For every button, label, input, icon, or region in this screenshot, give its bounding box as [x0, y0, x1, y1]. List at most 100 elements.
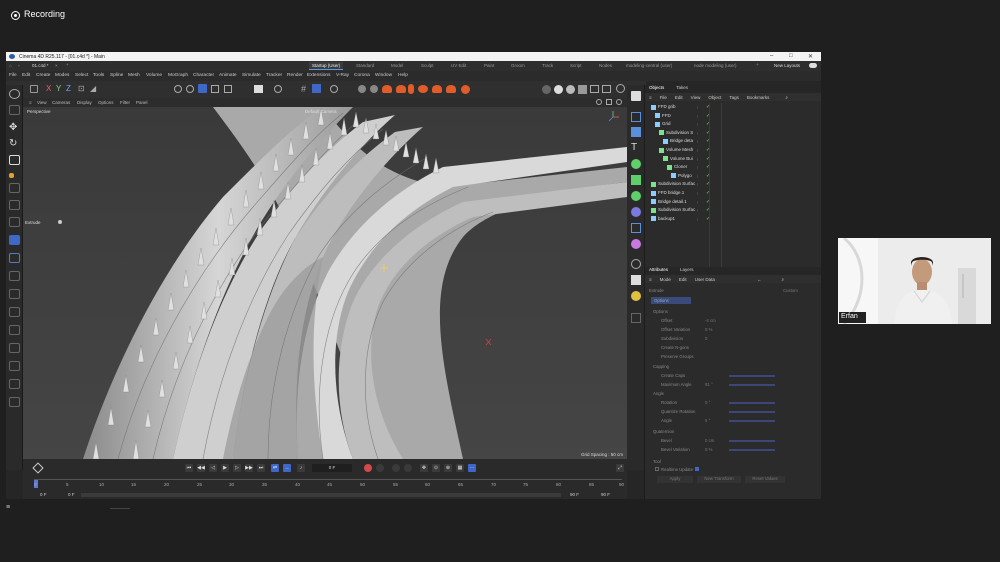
apply-button[interactable]: Apply: [657, 476, 693, 483]
realtime-update-checkbox[interactable]: [655, 467, 659, 471]
preview-end-field[interactable]: 90 F: [570, 492, 579, 497]
polygons-mode-icon[interactable]: [198, 84, 207, 93]
visibility-dots-icon[interactable]: ⁝: [697, 148, 703, 153]
viewport-rotate-icon[interactable]: [616, 99, 622, 105]
autokey-button[interactable]: [376, 464, 384, 472]
corona-vfb-icon[interactable]: [446, 85, 456, 93]
objects-menu-file[interactable]: File: [660, 95, 667, 100]
objects-search-icon[interactable]: ⌕: [785, 95, 788, 100]
go-to-end-button[interactable]: ⏭: [257, 464, 265, 472]
viewport-menu-icon[interactable]: ≡: [29, 100, 32, 105]
next-key-button[interactable]: ▶▶: [245, 464, 253, 472]
back-arrow-icon[interactable]: ←: [757, 277, 762, 282]
attribute-value-field[interactable]: 0 cm: [705, 438, 714, 443]
vray-render-icon[interactable]: [382, 85, 392, 93]
tab-layers[interactable]: Layers: [680, 267, 694, 275]
pen-icon[interactable]: [631, 313, 641, 323]
play-button[interactable]: ▶: [221, 464, 229, 472]
corona-ipr-icon[interactable]: [432, 85, 442, 93]
objects-menu-edit[interactable]: Edit: [675, 95, 683, 100]
layout-tab-uvedit[interactable]: UV Edit: [451, 63, 466, 68]
preview-range-bar[interactable]: [81, 493, 561, 497]
vp-menu-filter[interactable]: Filter: [120, 100, 130, 105]
undo-icon[interactable]: [30, 85, 38, 93]
menu-render[interactable]: Render: [287, 73, 303, 78]
attribute-value-field[interactable]: 0 °: [705, 400, 710, 405]
mograph-cloner-icon[interactable]: [631, 175, 641, 185]
coordinate-system-icon[interactable]: ⊡: [78, 84, 85, 93]
optimize-icon[interactable]: [9, 397, 20, 407]
vp-menu-view[interactable]: View: [37, 100, 47, 105]
folder-icon[interactable]: ▫: [18, 63, 20, 68]
menu-tools[interactable]: Tools: [93, 73, 104, 78]
field-icon[interactable]: [631, 207, 641, 217]
move-icon[interactable]: ✥: [9, 123, 20, 133]
object-row[interactable]: Grid⁝✓: [645, 120, 822, 129]
uv-mode-icon[interactable]: [211, 85, 219, 93]
maximize-button[interactable]: □: [789, 53, 793, 59]
object-row[interactable]: Volume Bui⁝✓: [645, 155, 822, 164]
axis-icon[interactable]: [9, 173, 14, 178]
viewport-zoom-icon[interactable]: [606, 99, 612, 105]
light-icon[interactable]: [631, 291, 641, 301]
workplane-icon[interactable]: #: [301, 84, 306, 94]
attribute-value-field[interactable]: 0 %: [705, 447, 712, 452]
object-row[interactable]: backup1⁝✓: [645, 215, 822, 224]
visibility-dots-icon[interactable]: ⁝: [697, 165, 703, 170]
menu-mesh[interactable]: Mesh: [128, 73, 140, 78]
new-transform-button[interactable]: New Transform: [697, 476, 741, 483]
reset-values-button[interactable]: Reset Values: [745, 476, 785, 483]
keyframe-icon[interactable]: [32, 462, 44, 474]
tab-objects[interactable]: Objects: [649, 85, 664, 93]
tab-attributes[interactable]: Attributes: [649, 267, 668, 275]
object-row[interactable]: Polygo⁝✓: [645, 172, 822, 181]
rotate-icon[interactable]: ↻: [9, 139, 20, 149]
brush-icon[interactable]: [9, 183, 20, 193]
layout-tab-script[interactable]: Script: [570, 63, 582, 68]
minimize-button[interactable]: –: [770, 53, 773, 59]
axis-z-icon[interactable]: Z: [66, 84, 71, 93]
attributes-menu-user-data[interactable]: User Data: [695, 277, 715, 282]
layout-tab-track[interactable]: Track: [542, 63, 553, 68]
render-camera-icon[interactable]: [631, 275, 641, 285]
object-row[interactable]: FFD bridge.1⁝✓: [645, 189, 822, 198]
bottom-menu-icon[interactable]: ≡: [6, 504, 10, 511]
add-layout-icon[interactable]: +: [756, 62, 759, 67]
attribute-slider[interactable]: [729, 384, 775, 386]
visibility-dots-icon[interactable]: ⁝: [697, 182, 703, 187]
object-row[interactable]: Subdivision S⁝✓: [645, 129, 822, 138]
capping-section[interactable]: Capping: [653, 364, 669, 369]
visibility-dots-icon[interactable]: ⁝: [697, 200, 703, 205]
quaternion-section[interactable]: Quaternion: [653, 429, 674, 434]
material-icon[interactable]: [631, 239, 641, 249]
close-button[interactable]: ✕: [808, 53, 813, 60]
attribute-slider[interactable]: [729, 420, 775, 422]
attribute-value-field[interactable]: 5 °: [705, 418, 710, 423]
vray-ipr-icon[interactable]: [396, 85, 406, 93]
file-tab[interactable]: 01.c4d *: [32, 63, 49, 68]
menu-file[interactable]: File: [9, 73, 17, 78]
previous-key-button[interactable]: ◀◀: [197, 464, 205, 472]
add-tab-icon[interactable]: +: [66, 62, 69, 67]
layout-tab-startup[interactable]: Startup (User): [309, 62, 344, 70]
key-pla-button[interactable]: ▦: [456, 464, 464, 472]
layout-tab-node-modeling[interactable]: node modeling (user): [694, 63, 737, 68]
material-ball-2-icon[interactable]: [554, 85, 563, 94]
snap-icon[interactable]: [274, 85, 282, 93]
viewport-camera[interactable]: Default Camera: [305, 109, 337, 114]
start-frame-field[interactable]: 0 F: [40, 492, 47, 497]
object-row[interactable]: Volume Mesh⁝✓: [645, 146, 822, 155]
knife-icon[interactable]: [9, 200, 20, 210]
menu-mograph[interactable]: MoGraph: [168, 73, 188, 78]
material-ball-1-icon[interactable]: [542, 85, 551, 94]
texture-icon[interactable]: [578, 85, 587, 94]
grid-icon[interactable]: [312, 84, 321, 93]
realtime-update-check[interactable]: [695, 467, 699, 471]
menu-animate[interactable]: Animate: [219, 73, 237, 78]
search-icon[interactable]: [9, 89, 20, 99]
null-object-icon[interactable]: [631, 112, 641, 122]
edges-mode-icon[interactable]: [186, 85, 194, 93]
vp-menu-cameras[interactable]: Cameras: [52, 100, 70, 105]
dissolve-icon[interactable]: [9, 343, 20, 353]
render-region-icon[interactable]: [602, 85, 611, 93]
